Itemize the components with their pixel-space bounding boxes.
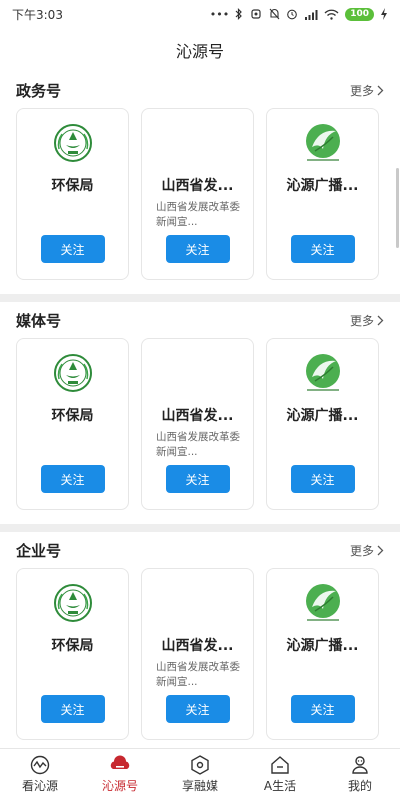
section: 企业号 更多 环保局 关注 山西省发... 山西省发展改革委新闻宣... 关注 沁源广播...… <box>0 532 400 740</box>
follow-button[interactable]: 关注 <box>165 235 230 263</box>
qinyuan-broadcast-logo <box>303 123 343 163</box>
account-card[interactable]: 山西省发... 山西省发展改革委新闻宣... 关注 <box>141 108 254 280</box>
more-label: 更多 <box>349 543 374 558</box>
cloud-icon <box>110 755 130 769</box>
tab-label: 沁源号 <box>101 779 138 793</box>
tab-kan-qinyuan[interactable]: 看沁源 <box>0 749 80 800</box>
account-description: 山西省发展改革委新闻宣... <box>156 431 240 458</box>
tab-xiang-rongmei[interactable]: 享融媒 <box>160 749 240 800</box>
account-card-row: 环保局关注 山西省发... 山西省发展改革委新闻宣... 关注 沁源广播... 关注 <box>0 108 400 280</box>
follow-button[interactable]: 关注 <box>290 465 355 493</box>
more-dots: ••• <box>209 7 230 21</box>
section: 媒体号 更多 环保局 关注 山西省发... 山西省发展改革委新闻宣... 关注 沁源广播...… <box>0 302 400 532</box>
account-description: 山西省发展改革委新闻宣... <box>156 661 240 688</box>
scrollbar-thumb[interactable] <box>396 168 399 248</box>
account-name: 沁源广播... <box>286 408 359 424</box>
section-title: 政务号 <box>16 81 62 100</box>
account-description: 山西省发展改革委新闻宣... <box>156 201 240 228</box>
section-title: 媒体号 <box>16 311 62 330</box>
account-card[interactable]: 山西省发... 山西省发展改革委新闻宣... 关注 <box>141 338 254 510</box>
account-card[interactable]: 沁源广播... 关注 <box>266 338 379 510</box>
wave-icon <box>30 755 50 775</box>
vibrate-icon <box>251 9 261 19</box>
wifi-icon <box>324 9 339 20</box>
tab-mine[interactable]: 我的 <box>320 749 400 800</box>
qinyuan-broadcast-logo <box>303 353 343 393</box>
section-header: 媒体号 更多 <box>0 302 400 338</box>
account-name: 环保局 <box>51 178 94 194</box>
account-name: 环保局 <box>51 408 94 424</box>
qinyuan-broadcast-logo <box>303 583 343 623</box>
section-divider <box>0 294 400 302</box>
page-title: 沁源号 <box>175 42 224 61</box>
account-name: 山西省发... <box>161 178 234 194</box>
status-bar: 下午3:03 ••• 100 <box>0 0 400 28</box>
account-name: 环保局 <box>51 638 94 654</box>
more-link[interactable]: 更多 <box>350 542 384 559</box>
section-divider <box>0 524 400 532</box>
bottom-tab-bar: 看沁源 沁源号 享融媒 A生活 我的 <box>0 748 400 800</box>
status-time: 下午3:03 <box>12 7 63 22</box>
tab-label: A生活 <box>263 779 297 793</box>
account-name: 沁源广播... <box>286 178 359 194</box>
account-card[interactable]: 环保局 关注 <box>16 568 129 740</box>
follow-button[interactable]: 关注 <box>165 695 230 723</box>
account-name: 沁源广播... <box>286 638 359 654</box>
follow-button[interactable]: 关注 <box>165 465 230 493</box>
status-icons: ••• 100 <box>209 7 388 21</box>
follow-button[interactable]: 关注 <box>40 235 105 263</box>
tab-a-life[interactable]: A生活 <box>240 749 320 800</box>
mute-icon <box>269 8 280 20</box>
tab-label: 享融媒 <box>181 779 218 793</box>
account-name: 山西省发... <box>161 638 234 654</box>
chevron-right-icon <box>377 85 384 95</box>
section-title: 企业号 <box>16 541 62 560</box>
account-card-row: 环保局关注 山西省发... 山西省发展改革委新闻宣... 关注 沁源广播... 关注 <box>0 338 400 510</box>
hexagon-icon <box>191 755 209 775</box>
tab-label: 看沁源 <box>21 779 58 793</box>
charging-icon <box>381 8 387 20</box>
follow-button[interactable]: 关注 <box>40 695 105 723</box>
more-link[interactable]: 更多 <box>350 82 384 99</box>
environment-bureau-logo <box>53 353 93 393</box>
bluetooth-icon <box>235 8 243 20</box>
house-icon <box>271 756 289 774</box>
follow-button[interactable]: 关注 <box>290 235 355 263</box>
account-name: 山西省发... <box>161 408 234 424</box>
account-card[interactable]: 沁源广播... 关注 <box>266 108 379 280</box>
tab-qinyuan-hao[interactable]: 沁源号 <box>80 749 160 800</box>
section: 政务号 更多 环保局 关注 山西省发... 山西省发展改革委新闻宣... 关注 沁源广播...… <box>0 72 400 302</box>
environment-bureau-logo <box>53 583 93 623</box>
tab-label: 我的 <box>347 779 372 793</box>
signal-icon <box>305 9 318 20</box>
alarm-icon <box>287 9 298 20</box>
section-header: 企业号 更多 <box>0 532 400 568</box>
section-header: 政务号 更多 <box>0 72 400 108</box>
follow-button[interactable]: 关注 <box>290 695 355 723</box>
account-card[interactable]: 沁源广播... 关注 <box>266 568 379 740</box>
account-card-row: 环保局关注 山西省发... 山西省发展改革委新闻宣... 关注 沁源广播... 关注 <box>0 568 400 740</box>
account-card[interactable]: 环保局 关注 <box>16 108 129 280</box>
content-scroll-area[interactable]: 政务号 更多 环保局 关注 山西省发... 山西省发展改革委新闻宣... 关注 沁源广播...… <box>0 72 400 748</box>
person-icon <box>352 756 368 774</box>
environment-bureau-logo <box>53 123 93 163</box>
more-link[interactable]: 更多 <box>350 312 384 329</box>
more-label: 更多 <box>349 83 374 98</box>
account-card[interactable]: 环保局 关注 <box>16 338 129 510</box>
battery-indicator: 100 <box>345 7 374 21</box>
account-card[interactable]: 山西省发... 山西省发展改革委新闻宣... 关注 <box>141 568 254 740</box>
more-label: 更多 <box>349 313 374 328</box>
chevron-right-icon <box>377 545 384 555</box>
follow-button[interactable]: 关注 <box>40 465 105 493</box>
page-title-bar: 沁源号 <box>0 28 400 72</box>
chevron-right-icon <box>377 315 384 325</box>
